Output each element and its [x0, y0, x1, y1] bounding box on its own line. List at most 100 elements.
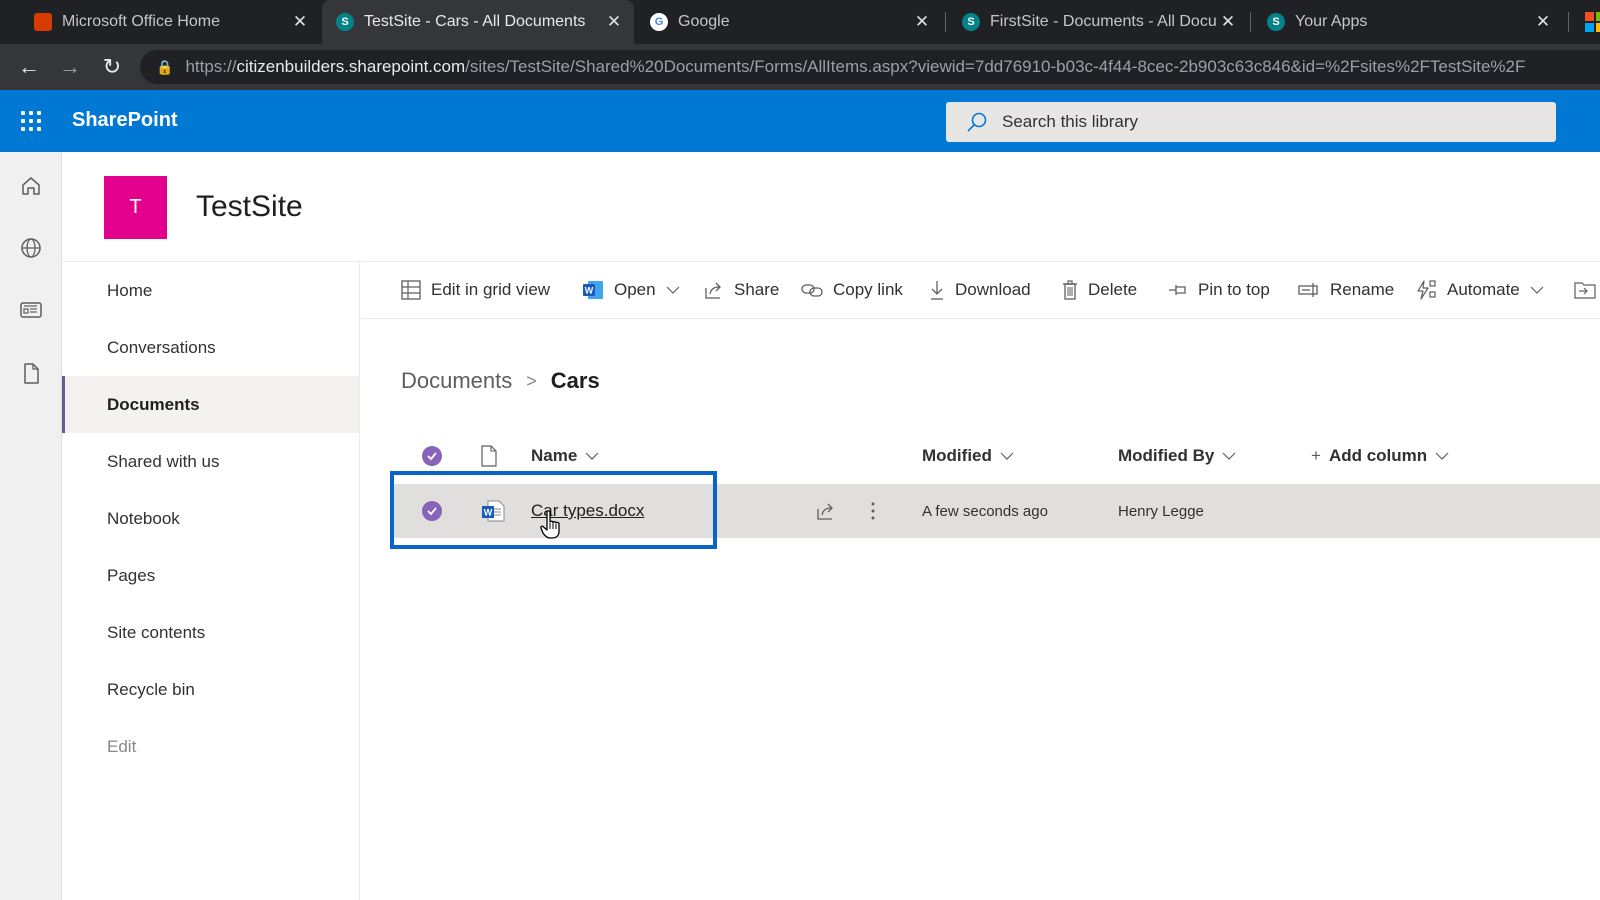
hand-pointer-cursor-icon — [540, 510, 560, 539]
share-label: Share — [734, 280, 780, 299]
modified-by-column-header[interactable]: Modified By — [1118, 436, 1236, 476]
breadcrumb-cars: Cars — [550, 368, 600, 393]
app-launcher-icon[interactable] — [21, 111, 41, 131]
add-column-button[interactable]: + Add column — [1311, 436, 1449, 476]
share-icon — [817, 503, 833, 520]
reload-button[interactable]: ↻ — [97, 52, 127, 82]
tab-title: Your Apps — [1295, 13, 1368, 30]
google-icon: G — [650, 13, 668, 31]
close-tab-icon[interactable]: ✕ — [1216, 12, 1240, 32]
nav-item-site-contents[interactable]: Site contents — [62, 604, 359, 661]
plus-icon: + — [1311, 446, 1321, 465]
nav-item-home[interactable]: Home — [62, 262, 359, 319]
breadcrumb-separator-icon: > — [526, 370, 537, 391]
grid-icon — [401, 280, 421, 300]
nav-item-notebook[interactable]: Notebook — [62, 490, 359, 547]
automate-button[interactable]: Automate — [1415, 262, 1544, 318]
breadcrumb-documents[interactable]: Documents — [401, 368, 512, 394]
browser-tab-testsite[interactable]: S TestSite - Cars - All Documents ✕ — [322, 0, 634, 44]
name-column-header[interactable]: Name — [531, 436, 599, 476]
lock-icon: 🔒 — [156, 58, 174, 75]
home-icon[interactable] — [19, 174, 43, 198]
download-button[interactable]: Download — [929, 262, 1031, 318]
tab-title: Google — [678, 13, 730, 30]
delete-button[interactable]: Delete — [1062, 262, 1137, 318]
open-label: Open — [614, 280, 656, 299]
share-button[interactable]: Share — [704, 262, 779, 318]
tab-title: Microsoft Office Home — [62, 13, 220, 30]
breadcrumb: Documents > Cars — [401, 368, 600, 394]
url-scheme: https:// — [185, 57, 237, 76]
nav-item-pages[interactable]: Pages — [62, 547, 359, 604]
tab-title: FirstSite - Documents - All Docun — [990, 13, 1216, 30]
browser-tab-bar: Microsoft Office Home ✕ S TestSite - Car… — [0, 0, 1600, 44]
globe-icon[interactable] — [19, 236, 43, 260]
nav-edit-link[interactable]: Edit — [62, 718, 359, 775]
row-more-actions-button[interactable] — [870, 484, 876, 538]
rename-button[interactable]: Rename — [1298, 262, 1394, 318]
pin-to-top-label: Pin to top — [1198, 280, 1270, 299]
file-type-icon — [481, 445, 497, 467]
news-icon[interactable] — [19, 298, 43, 322]
sharepoint-icon: S — [336, 13, 354, 31]
name-column-label: Name — [531, 446, 578, 465]
forward-button[interactable]: → — [55, 52, 85, 82]
url-bar[interactable]: 🔒 https:// citizenbuilders.sharepoint.co… — [140, 50, 1600, 84]
close-tab-icon[interactable]: ✕ — [602, 12, 626, 32]
office-icon — [34, 13, 52, 31]
tab-title: TestSite - Cars - All Documents — [364, 13, 586, 30]
sharepoint-icon: S — [962, 13, 980, 31]
nav-item-conversations[interactable]: Conversations — [62, 319, 359, 376]
url-path: /sites/TestSite/Shared%20Documents/Forms… — [465, 57, 1526, 76]
tab-separator — [945, 12, 946, 32]
sharepoint-icon: S — [1267, 13, 1285, 31]
word-icon: W — [583, 281, 603, 299]
sharepoint-suite-bar: SharePoint Search this library — [0, 90, 1600, 152]
open-button[interactable]: W Open — [582, 262, 680, 318]
nav-item-documents[interactable]: Documents — [62, 376, 359, 433]
select-all-checkbox[interactable] — [422, 436, 442, 476]
rename-icon — [1298, 283, 1318, 297]
search-library-box[interactable]: Search this library — [946, 102, 1556, 142]
modified-column-header[interactable]: Modified — [922, 436, 1014, 476]
modified-value: A few seconds ago — [922, 502, 1048, 520]
modified-by-value[interactable]: Henry Legge — [1118, 484, 1204, 538]
chevron-down-icon — [666, 286, 680, 294]
nav-item-shared-with-us[interactable]: Shared with us — [62, 433, 359, 490]
back-button[interactable]: ← — [14, 52, 44, 82]
chevron-down-icon — [1222, 452, 1236, 460]
sharepoint-brand-link[interactable]: SharePoint — [72, 109, 178, 132]
nav-item-recycle-bin[interactable]: Recycle bin — [62, 661, 359, 718]
command-bar: Edit in grid view W Open Share Copy link… — [361, 261, 1600, 319]
edit-in-grid-view-label: Edit in grid view — [431, 280, 551, 299]
pin-icon — [1169, 285, 1186, 295]
browser-tab-firstsite[interactable]: S FirstSite - Documents - All Docun ✕ — [948, 0, 1248, 44]
close-tab-icon[interactable]: ✕ — [288, 12, 312, 32]
microsoft-logo-icon[interactable] — [1585, 12, 1600, 32]
chevron-down-icon — [1435, 452, 1449, 460]
site-logo[interactable]: T — [104, 176, 167, 239]
chevron-down-icon — [585, 452, 599, 460]
document-icon[interactable] — [19, 362, 43, 386]
browser-tab-office[interactable]: Microsoft Office Home ✕ — [20, 0, 320, 44]
file-type-column-header[interactable] — [480, 436, 498, 476]
close-tab-icon[interactable]: ✕ — [910, 12, 934, 32]
browser-tab-your-apps[interactable]: S Your Apps ✕ — [1253, 0, 1563, 44]
edit-in-grid-view-button[interactable]: Edit in grid view — [401, 262, 550, 318]
close-tab-icon[interactable]: ✕ — [1531, 12, 1555, 32]
chevron-down-icon — [1000, 452, 1014, 460]
pin-to-top-button[interactable]: Pin to top — [1168, 262, 1270, 318]
site-title[interactable]: TestSite — [196, 190, 303, 224]
tab-separator — [1250, 12, 1251, 32]
tab-separator — [1568, 12, 1569, 32]
app-bar — [0, 152, 62, 900]
browser-toolbar: ← → ↻ 🔒 https:// citizenbuilders.sharepo… — [0, 44, 1600, 90]
browser-tab-google[interactable]: G Google ✕ — [636, 0, 942, 44]
row-share-button[interactable] — [816, 484, 836, 538]
move-to-icon — [1574, 282, 1596, 299]
copy-link-label: Copy link — [833, 280, 903, 299]
automate-icon — [1417, 280, 1436, 300]
copy-link-button[interactable]: Copy link — [801, 262, 903, 318]
move-to-button[interactable] — [1574, 262, 1600, 318]
link-icon — [801, 284, 823, 297]
